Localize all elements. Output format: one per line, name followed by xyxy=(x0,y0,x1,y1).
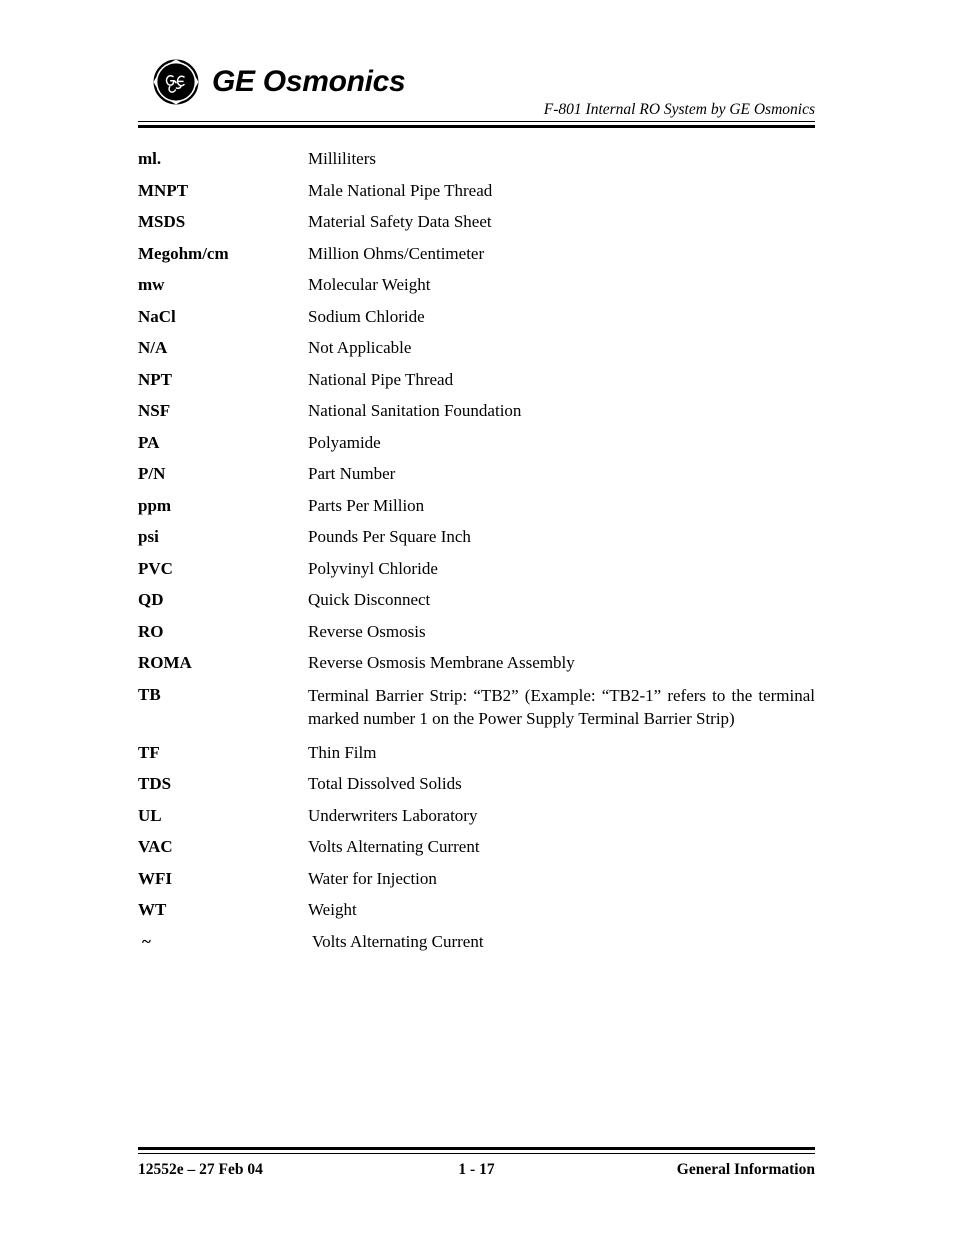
glossary-term: NPT xyxy=(138,369,172,389)
glossary-term: WT xyxy=(138,900,167,919)
glossary-row: QD Quick Disconnect xyxy=(138,589,815,610)
glossary-definition: Reverse Osmosis Membrane Assembly xyxy=(308,653,575,672)
glossary-row: NSF National Sanitation Foundation xyxy=(138,400,815,421)
glossary-definition: Reverse Osmosis xyxy=(308,621,426,641)
glossary-term: NSF xyxy=(138,401,171,420)
glossary-row: ml. Milliliters xyxy=(138,148,815,169)
glossary-term: UL xyxy=(138,805,162,825)
glossary-row: TF Thin Film xyxy=(138,742,815,763)
glossary-definition: Million Ohms/Centimeter xyxy=(308,243,485,263)
glossary-row: MSDS Material Safety Data Sheet xyxy=(138,211,815,232)
glossary-definition: Sodium Chloride xyxy=(308,306,425,326)
glossary-definition: Material Safety Data Sheet xyxy=(308,212,492,231)
glossary-term: psi xyxy=(138,527,159,546)
header-rule-thin xyxy=(138,121,815,122)
glossary-row: psi Pounds Per Square Inch xyxy=(138,526,815,547)
brand-logo: GE Osmonics xyxy=(152,58,406,106)
glossary-row: ROMA Reverse Osmosis Membrane Assembly xyxy=(138,652,815,673)
glossary-row: NPT National Pipe Thread xyxy=(138,369,815,390)
glossary-definition: Male National Pipe Thread xyxy=(308,180,493,200)
ge-monogram-icon xyxy=(152,58,200,106)
glossary-definition: Not Applicable xyxy=(308,338,412,357)
glossary-definition: National Sanitation Foundation xyxy=(308,401,522,420)
header-rule-thick xyxy=(138,125,815,128)
glossary-definition: Volts Alternating Current xyxy=(308,837,480,856)
glossary-term: NaCl xyxy=(138,306,176,326)
glossary-term: VAC xyxy=(138,837,173,856)
glossary-term: ~ xyxy=(142,931,151,951)
glossary-term: QD xyxy=(138,590,164,609)
glossary-row: N/A Not Applicable xyxy=(138,337,815,358)
glossary-definition: Milliliters xyxy=(308,149,376,168)
glossary-row: VAC Volts Alternating Current xyxy=(138,836,815,857)
glossary-definition: Part Number xyxy=(308,464,396,483)
glossary-definition: Water for Injection xyxy=(308,868,437,888)
glossary-definition: Parts Per Million xyxy=(308,495,425,515)
header-document-title: F-801 Internal RO System by GE Osmonics xyxy=(543,101,815,118)
glossary-definition: Weight xyxy=(308,900,357,919)
glossary-term: PA xyxy=(138,432,160,452)
glossary-row: WT Weight xyxy=(138,899,815,920)
glossary-definition: Volts Alternating Current xyxy=(312,931,484,951)
glossary-term: Megohm/cm xyxy=(138,243,229,263)
glossary-row: ppm Parts Per Million xyxy=(138,495,815,516)
glossary-definition: Underwriters Laboratory xyxy=(308,805,478,825)
glossary-term: N/A xyxy=(138,338,168,357)
glossary-term: mw xyxy=(138,275,165,294)
glossary-definition: Thin Film xyxy=(308,742,377,762)
glossary-term: WFI xyxy=(138,868,172,888)
glossary-row: PVC Polyvinyl Chloride xyxy=(138,558,815,579)
glossary-row: ~ Volts Alternating Current xyxy=(138,931,815,952)
glossary-row: TDS Total Dissolved Solids xyxy=(138,773,815,794)
glossary-term: TF xyxy=(138,742,160,762)
glossary-definition: Total Dissolved Solids xyxy=(308,774,462,793)
glossary-row: PA Polyamide xyxy=(138,432,815,453)
glossary-row: mw Molecular Weight xyxy=(138,274,815,295)
document-page: GE Osmonics F-801 Internal RO System by … xyxy=(0,0,954,1235)
glossary-definition: Polyvinyl Chloride xyxy=(308,558,438,578)
glossary-term: MSDS xyxy=(138,212,186,231)
glossary-term: ml. xyxy=(138,149,162,168)
glossary-definition: Polyamide xyxy=(308,432,381,452)
glossary-definition: Quick Disconnect xyxy=(308,590,431,609)
glossary-term: RO xyxy=(138,621,164,641)
glossary-term: P/N xyxy=(138,464,166,483)
brand-wordmark: GE Osmonics xyxy=(212,65,406,98)
page-header: GE Osmonics F-801 Internal RO System by … xyxy=(138,46,815,124)
footer-rule-thin xyxy=(138,1153,815,1154)
glossary-table: ml. Milliliters MNPT Male National Pipe Thr… xyxy=(138,148,815,962)
glossary-term: PVC xyxy=(138,558,173,578)
glossary-row: TB Terminal Barrier Strip: “TB2” (Example… xyxy=(138,684,815,731)
glossary-row: WFI Water for Injection xyxy=(138,868,815,889)
glossary-row: Megohm/cm Million Ohms/Centimeter xyxy=(138,243,815,264)
glossary-term: ROMA xyxy=(138,653,192,672)
footer-rule-thick xyxy=(138,1147,815,1150)
glossary-row: RO Reverse Osmosis xyxy=(138,621,815,642)
glossary-row: NaCl Sodium Chloride xyxy=(138,306,815,327)
page-footer: 12552e – 27 Feb 04 1 - 17 General Inform… xyxy=(138,1159,815,1181)
glossary-term: ppm xyxy=(138,495,172,515)
glossary-definition: National Pipe Thread xyxy=(308,369,454,389)
footer-section-title: General Information xyxy=(676,1161,815,1178)
glossary-term: MNPT xyxy=(138,180,189,200)
glossary-term: TDS xyxy=(138,774,172,793)
glossary-term: TB xyxy=(138,684,161,704)
glossary-row: UL Underwriters Laboratory xyxy=(138,805,815,826)
glossary-definition: Terminal Barrier Strip: “TB2” (Example: … xyxy=(308,685,815,729)
glossary-row: MNPT Male National Pipe Thread xyxy=(138,180,815,201)
glossary-row: P/N Part Number xyxy=(138,463,815,484)
glossary-definition: Pounds Per Square Inch xyxy=(308,527,471,546)
glossary-definition: Molecular Weight xyxy=(308,275,431,294)
